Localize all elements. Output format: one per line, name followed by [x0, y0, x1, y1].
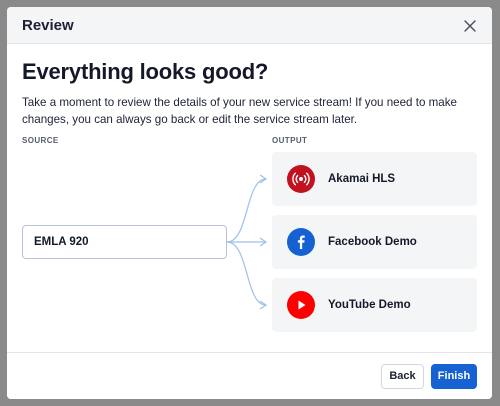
- output-card-facebook[interactable]: Facebook Demo: [272, 215, 477, 269]
- output-name: Akamai HLS: [328, 173, 396, 185]
- output-name: YouTube Demo: [328, 299, 411, 311]
- youtube-icon: [287, 291, 315, 319]
- connector-line-akamai: [226, 178, 267, 243]
- output-card-youtube[interactable]: YouTube Demo: [272, 278, 477, 332]
- back-button[interactable]: Back: [381, 364, 424, 389]
- review-modal: Review Everything looks good? Take a mom…: [7, 7, 492, 399]
- facebook-icon: [287, 228, 315, 256]
- source-stream-box[interactable]: EMLA 920: [22, 225, 227, 259]
- output-card-akamai[interactable]: Akamai HLS: [272, 152, 477, 206]
- finish-button[interactable]: Finish: [431, 364, 477, 389]
- connector-line-youtube: [226, 241, 267, 306]
- source-name: EMLA 920: [34, 236, 89, 248]
- output-name: Facebook Demo: [328, 236, 417, 248]
- modal-footer: Back Finish: [7, 352, 492, 399]
- broadcast-icon: [287, 165, 315, 193]
